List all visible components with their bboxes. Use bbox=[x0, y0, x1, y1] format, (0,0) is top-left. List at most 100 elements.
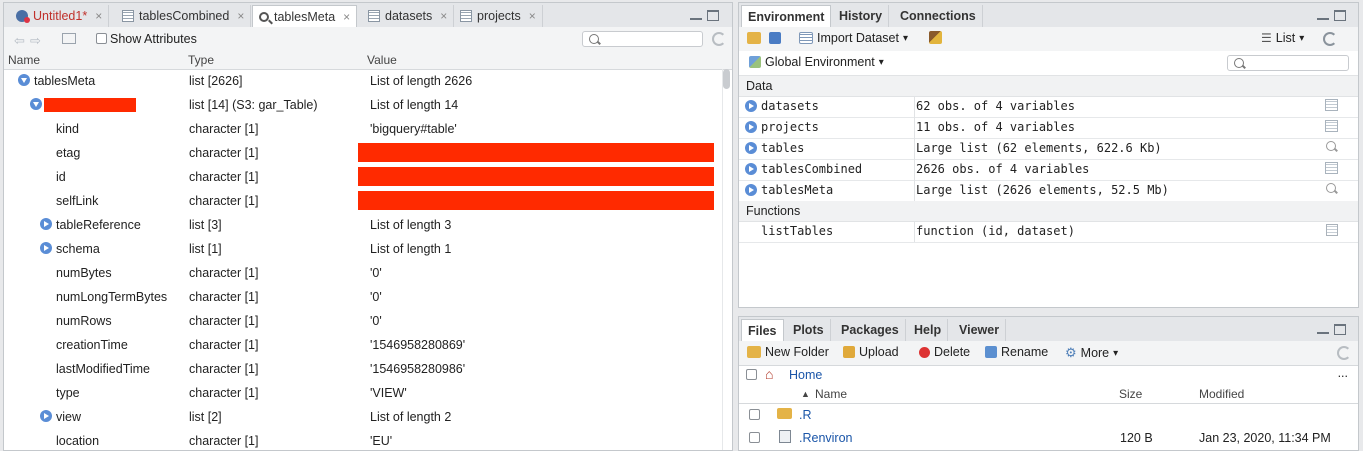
back-arrow-icon[interactable]: ⇦ bbox=[14, 33, 25, 49]
minimize-icon[interactable] bbox=[1317, 10, 1329, 20]
env-row[interactable]: tablesMeta Large list (2626 elements, 52.… bbox=[739, 180, 1358, 202]
tab-files[interactable]: Files bbox=[741, 319, 784, 342]
maximize-icon[interactable] bbox=[707, 10, 719, 21]
tree-row[interactable]: type character [1] 'VIEW' bbox=[4, 381, 720, 405]
tab-tablesmeta[interactable]: tablesMeta × bbox=[252, 5, 358, 28]
save-icon[interactable] bbox=[769, 32, 781, 44]
home-icon[interactable]: ⌂ bbox=[765, 366, 773, 382]
expand-icon[interactable] bbox=[745, 142, 757, 154]
tree-row[interactable]: kind character [1] 'bigquery#table' bbox=[4, 117, 720, 141]
tab-history[interactable]: History bbox=[833, 5, 890, 27]
expand-icon[interactable] bbox=[40, 242, 52, 254]
row-type: character [1] bbox=[189, 194, 259, 208]
forward-arrow-icon[interactable]: ⇨ bbox=[30, 33, 41, 49]
tab-plots[interactable]: Plots bbox=[787, 319, 831, 341]
file-checkbox[interactable] bbox=[749, 432, 760, 443]
show-attributes-checkbox[interactable] bbox=[96, 33, 107, 44]
column-name-header[interactable]: Name bbox=[8, 53, 40, 67]
tree-row[interactable]: selfLink character [1] bbox=[4, 189, 720, 213]
minimize-icon[interactable] bbox=[690, 10, 702, 20]
tab-untitled1[interactable]: Untitled1* × bbox=[10, 5, 110, 27]
view-mode-dropdown[interactable]: ☰ List ▾ bbox=[1261, 31, 1304, 45]
collapse-icon[interactable] bbox=[18, 74, 30, 86]
column-modified-header[interactable]: Modified bbox=[1199, 387, 1244, 401]
tree-row[interactable]: numBytes character [1] '0' bbox=[4, 261, 720, 285]
env-row[interactable]: tables Large list (62 elements, 622.6 Kb) bbox=[739, 138, 1358, 160]
search-icon[interactable] bbox=[1326, 183, 1336, 193]
close-icon[interactable]: × bbox=[343, 10, 350, 24]
tree-row[interactable]: id character [1] bbox=[4, 165, 720, 189]
select-all-checkbox[interactable] bbox=[746, 369, 757, 380]
scrollbar-thumb[interactable] bbox=[723, 69, 730, 89]
view-data-icon[interactable] bbox=[1325, 120, 1338, 132]
env-search-input[interactable] bbox=[1227, 55, 1349, 71]
column-type-header[interactable]: Type bbox=[188, 53, 214, 67]
breadcrumb-home[interactable]: Home bbox=[789, 368, 822, 382]
open-folder-icon[interactable] bbox=[747, 32, 761, 44]
view-function-icon[interactable] bbox=[1326, 224, 1338, 236]
close-icon[interactable]: × bbox=[529, 9, 536, 23]
search-input[interactable] bbox=[582, 31, 703, 47]
tree-row[interactable]: list [14] (S3: gar_Table) List of length … bbox=[4, 93, 720, 117]
tab-tablescombined[interactable]: tablesCombined × bbox=[116, 5, 252, 27]
expand-icon[interactable] bbox=[745, 184, 757, 196]
expand-icon[interactable] bbox=[745, 163, 757, 175]
minimize-icon[interactable] bbox=[1317, 324, 1329, 334]
tree-row[interactable]: view list [2] List of length 2 bbox=[4, 405, 720, 429]
tree-row[interactable]: numRows character [1] '0' bbox=[4, 309, 720, 333]
tree-row[interactable]: location character [1] 'EU' bbox=[4, 429, 720, 450]
file-name[interactable]: .Renviron bbox=[799, 431, 853, 445]
env-row[interactable]: tablesCombined 2626 obs. of 4 variables bbox=[739, 159, 1358, 181]
rename-button[interactable]: Rename bbox=[985, 345, 1048, 359]
env-row[interactable]: datasets 62 obs. of 4 variables bbox=[739, 96, 1358, 118]
refresh-icon[interactable] bbox=[1323, 32, 1337, 46]
maximize-icon[interactable] bbox=[1334, 324, 1346, 335]
tab-help[interactable]: Help bbox=[908, 319, 949, 341]
expand-icon[interactable] bbox=[40, 410, 52, 422]
tab-packages[interactable]: Packages bbox=[835, 319, 906, 341]
tree-row[interactable]: lastModifiedTime character [1] '1546958280… bbox=[4, 357, 720, 381]
file-checkbox[interactable] bbox=[749, 409, 760, 420]
env-row[interactable]: projects 11 obs. of 4 variables bbox=[739, 117, 1358, 139]
env-row[interactable]: listTables function (id, dataset) bbox=[739, 221, 1358, 243]
maximize-icon[interactable] bbox=[1334, 10, 1346, 21]
close-icon[interactable]: × bbox=[95, 9, 102, 23]
close-icon[interactable]: × bbox=[440, 9, 447, 23]
collapse-icon[interactable] bbox=[30, 98, 42, 110]
popout-icon[interactable] bbox=[62, 33, 76, 44]
more-dropdown[interactable]: ⚙ More ▾ bbox=[1065, 345, 1118, 361]
column-size-header[interactable]: Size bbox=[1119, 387, 1142, 401]
tab-environment[interactable]: Environment bbox=[741, 5, 832, 28]
expand-icon[interactable] bbox=[40, 218, 52, 230]
refresh-icon[interactable] bbox=[712, 32, 726, 46]
expand-icon[interactable] bbox=[745, 100, 757, 112]
tree-row[interactable]: etag character [1] bbox=[4, 141, 720, 165]
tree-row[interactable]: tableReference list [3] List of length 3 bbox=[4, 213, 720, 237]
expand-icon[interactable] bbox=[745, 121, 757, 133]
close-icon[interactable]: × bbox=[237, 9, 244, 23]
view-data-icon[interactable] bbox=[1325, 162, 1338, 174]
delete-button[interactable]: Delete bbox=[919, 345, 970, 359]
tree-row[interactable]: tablesMeta list [2626] List of length 2626 bbox=[4, 69, 720, 93]
global-environment-dropdown[interactable]: Global Environment ▾ bbox=[749, 55, 884, 69]
tab-projects[interactable]: projects × bbox=[454, 5, 543, 27]
tab-connections[interactable]: Connections bbox=[894, 5, 983, 27]
tab-viewer[interactable]: Viewer bbox=[953, 319, 1007, 341]
broom-icon[interactable] bbox=[929, 31, 942, 44]
column-name-header[interactable]: Name bbox=[815, 387, 847, 401]
new-folder-button[interactable]: New Folder bbox=[747, 345, 829, 359]
tree-row[interactable]: creationTime character [1] '1546958280869' bbox=[4, 333, 720, 357]
file-row[interactable]: .Renviron 120 B Jan 23, 2020, 11:34 PM bbox=[739, 427, 1358, 449]
more-path-button[interactable]: ... bbox=[1338, 366, 1348, 380]
file-name[interactable]: .R bbox=[799, 408, 812, 422]
refresh-icon[interactable] bbox=[1337, 346, 1351, 360]
tree-row[interactable]: schema list [1] List of length 1 bbox=[4, 237, 720, 261]
file-row[interactable]: .R bbox=[739, 404, 1358, 426]
tab-datasets[interactable]: datasets × bbox=[362, 5, 455, 27]
search-icon[interactable] bbox=[1326, 141, 1336, 151]
view-data-icon[interactable] bbox=[1325, 99, 1338, 111]
import-dataset-button[interactable]: Import Dataset ▾ bbox=[799, 31, 908, 45]
upload-button[interactable]: Upload bbox=[843, 345, 899, 359]
tree-row[interactable]: numLongTermBytes character [1] '0' bbox=[4, 285, 720, 309]
column-value-header[interactable]: Value bbox=[367, 53, 397, 67]
